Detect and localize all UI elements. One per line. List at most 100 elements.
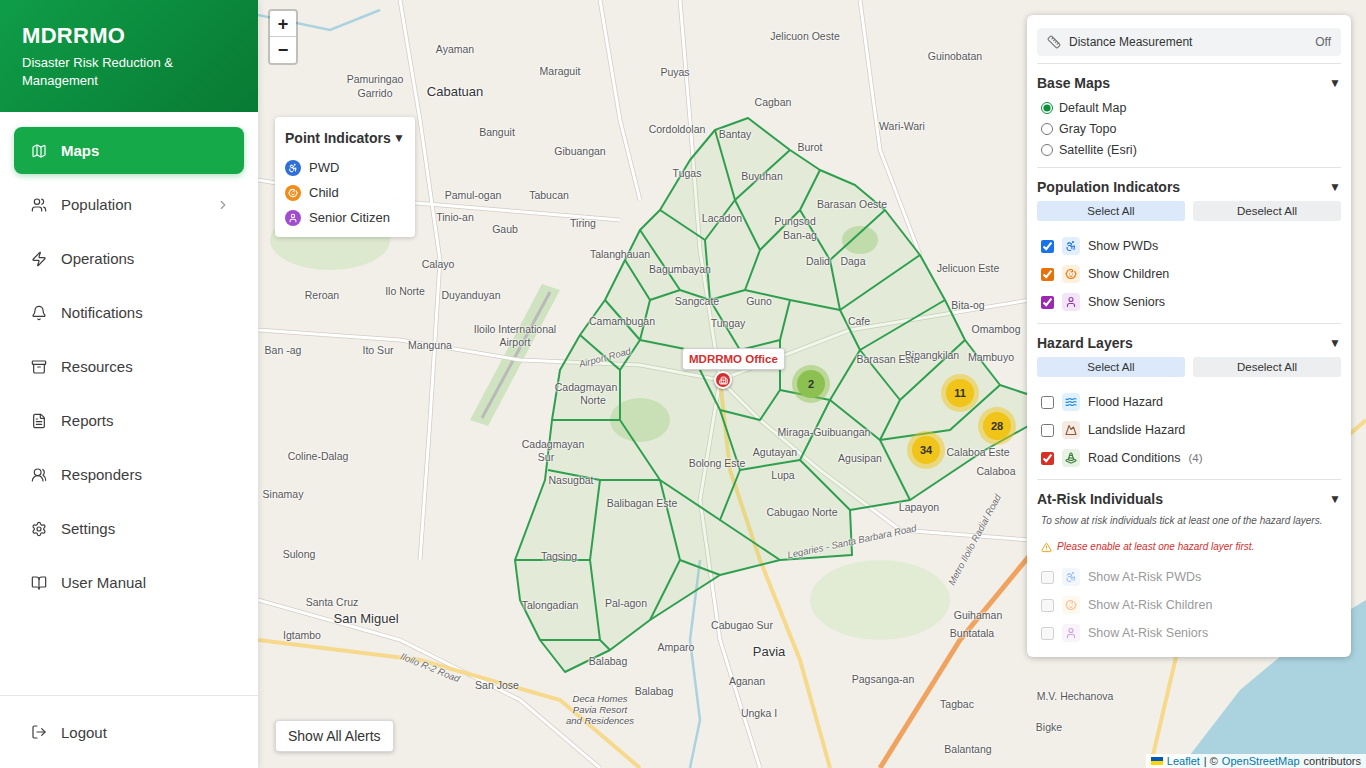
checkbox[interactable] (1041, 599, 1054, 612)
map-label: Santa Cruz (306, 597, 359, 609)
checkbox[interactable] (1041, 268, 1054, 281)
zoom-in-button[interactable]: + (270, 11, 296, 37)
leaflet-link[interactable]: Leaflet (1167, 755, 1200, 767)
sidebar-item[interactable]: Notifications (14, 289, 244, 336)
checkbox[interactable] (1041, 452, 1054, 465)
logout-icon (31, 724, 47, 740)
at-risk-toggle[interactable]: Show At-Risk Seniors (1037, 619, 1341, 647)
map-label: Burot (797, 142, 822, 154)
map-label: Cafe (848, 316, 870, 328)
sidebar-item[interactable]: Maps (14, 127, 244, 174)
map-label: Mambuyo (968, 352, 1014, 364)
map-label: Airport (500, 337, 531, 349)
base-map-radio[interactable] (1041, 102, 1053, 114)
legend-toggle[interactable]: ▼ (393, 131, 405, 145)
sidebar-item-label: Maps (61, 142, 230, 159)
legend-dot (285, 160, 301, 176)
section-header[interactable]: Population Indicators▼ (1037, 178, 1341, 196)
at-risk-toggle[interactable]: Show At-Risk Children (1037, 591, 1341, 619)
section-header[interactable]: Base Maps▼ (1037, 74, 1341, 92)
sidebar-item[interactable]: Settings (14, 505, 244, 552)
map-label: Banguit (479, 127, 515, 139)
office-marker[interactable] (714, 371, 732, 389)
sidebar-item[interactable]: Operations (14, 235, 244, 282)
sidebar-item[interactable]: User Manual (14, 559, 244, 606)
button-pair: Select All Deselect All (1037, 357, 1341, 377)
sidebar-item[interactable]: Resources (14, 343, 244, 390)
map-label: Buyuhan (741, 171, 782, 183)
section-toggle[interactable]: ▼ (1329, 492, 1341, 506)
map-label: Iloilo International (474, 324, 556, 336)
map-label: Guihaman (954, 610, 1002, 622)
select-all-button[interactable]: Select All (1037, 201, 1185, 221)
map-label: Cadagmayan (522, 439, 584, 451)
brand: MDRRMODisaster Risk Reduction & Manageme… (0, 0, 258, 112)
map-label: Balantang (944, 744, 991, 756)
sidebar-item[interactable]: Responders (14, 451, 244, 498)
sidebar-item[interactable]: Reports (14, 397, 244, 444)
checkbox[interactable] (1041, 240, 1054, 253)
map-label: Iloilo R-2 Road (399, 651, 461, 684)
logout-button[interactable]: Logout (14, 709, 244, 756)
base-map-radio[interactable] (1041, 123, 1053, 135)
checkbox[interactable] (1041, 571, 1054, 584)
checkbox[interactable] (1041, 396, 1054, 409)
map-label: Ayaman (436, 44, 474, 56)
at-risk-note: To show at risk individuals tick at leas… (1037, 514, 1341, 528)
zoom-out-button[interactable]: − (270, 37, 296, 63)
cluster-marker[interactable]: 2 (797, 370, 825, 398)
hazard-toggle[interactable]: Landslide Hazard (1037, 416, 1341, 444)
map-label: Ito Sur (363, 345, 394, 357)
population-toggle[interactable]: Show PWDs (1037, 232, 1341, 260)
section-header[interactable]: At-Risk Individuals▼ (1037, 490, 1341, 508)
map-label: Cagban (755, 97, 792, 109)
population-toggle[interactable]: Show Children (1037, 260, 1341, 288)
distance-measurement-toggle[interactable]: Distance MeasurementOff (1037, 28, 1341, 56)
map-label: Nasugbat (549, 475, 594, 487)
barangay-boundaries[interactable] (515, 118, 1030, 672)
indicator-chip (1062, 568, 1080, 586)
hazard-list: Flood HazardLandslide HazardRoad Conditi… (1037, 388, 1341, 472)
cluster-marker[interactable]: 11 (946, 379, 974, 407)
map-label: Tagsing (541, 551, 577, 563)
attribution-suffix: contributors (1304, 755, 1361, 767)
base-map-option[interactable]: Gray Topo (1037, 118, 1341, 139)
section-title: Hazard Layers (1037, 335, 1133, 351)
section-toggle[interactable]: ▼ (1329, 76, 1341, 90)
legend-header[interactable]: Point Indicators▼ (285, 129, 405, 147)
map-label: Tiring (570, 218, 596, 230)
population-list: Show PWDsShow ChildrenShow Seniors (1037, 232, 1341, 316)
hazard-chip (1062, 421, 1080, 439)
hazard-toggle[interactable]: Flood Hazard (1037, 388, 1341, 416)
map-label: Balibagan Este (607, 498, 678, 510)
map-label: Ban -ag (265, 345, 302, 357)
map-label: Daga (840, 256, 865, 268)
cluster-marker[interactable]: 28 (983, 412, 1011, 440)
base-map-option[interactable]: Satellite (Esri) (1037, 139, 1341, 160)
section-toggle[interactable]: ▼ (1329, 336, 1341, 350)
senior-icon (288, 213, 298, 223)
base-map-radio[interactable] (1041, 144, 1053, 156)
legend-label: PWD (309, 160, 339, 175)
map-label: Ilo Norte (385, 286, 425, 298)
map-area[interactable]: AyamanCabatuanMaraguitPuyasJelicuon Oest… (258, 0, 1366, 768)
select-all-button[interactable]: Select All (1037, 357, 1185, 377)
cluster-marker[interactable]: 34 (912, 436, 940, 464)
osm-link[interactable]: OpenStreetMap (1222, 755, 1300, 767)
map-label: Agusipan (838, 453, 882, 465)
map-icon (31, 143, 47, 159)
deselect-all-button[interactable]: Deselect All (1193, 357, 1341, 377)
hazard-toggle[interactable]: Road Conditions(4) (1037, 444, 1341, 472)
population-toggle[interactable]: Show Seniors (1037, 288, 1341, 316)
sidebar-item[interactable]: Population (14, 181, 244, 228)
map-label: Barasan Oeste (817, 199, 887, 211)
checkbox[interactable] (1041, 296, 1054, 309)
show-all-alerts-button[interactable]: Show All Alerts (275, 720, 394, 752)
at-risk-toggle[interactable]: Show At-Risk PWDs (1037, 563, 1341, 591)
section-header[interactable]: Hazard Layers ▼ (1037, 334, 1341, 352)
checkbox[interactable] (1041, 424, 1054, 437)
section-toggle[interactable]: ▼ (1329, 180, 1341, 194)
base-map-option[interactable]: Default Map (1037, 97, 1341, 118)
checkbox[interactable] (1041, 627, 1054, 640)
deselect-all-button[interactable]: Deselect All (1193, 201, 1341, 221)
